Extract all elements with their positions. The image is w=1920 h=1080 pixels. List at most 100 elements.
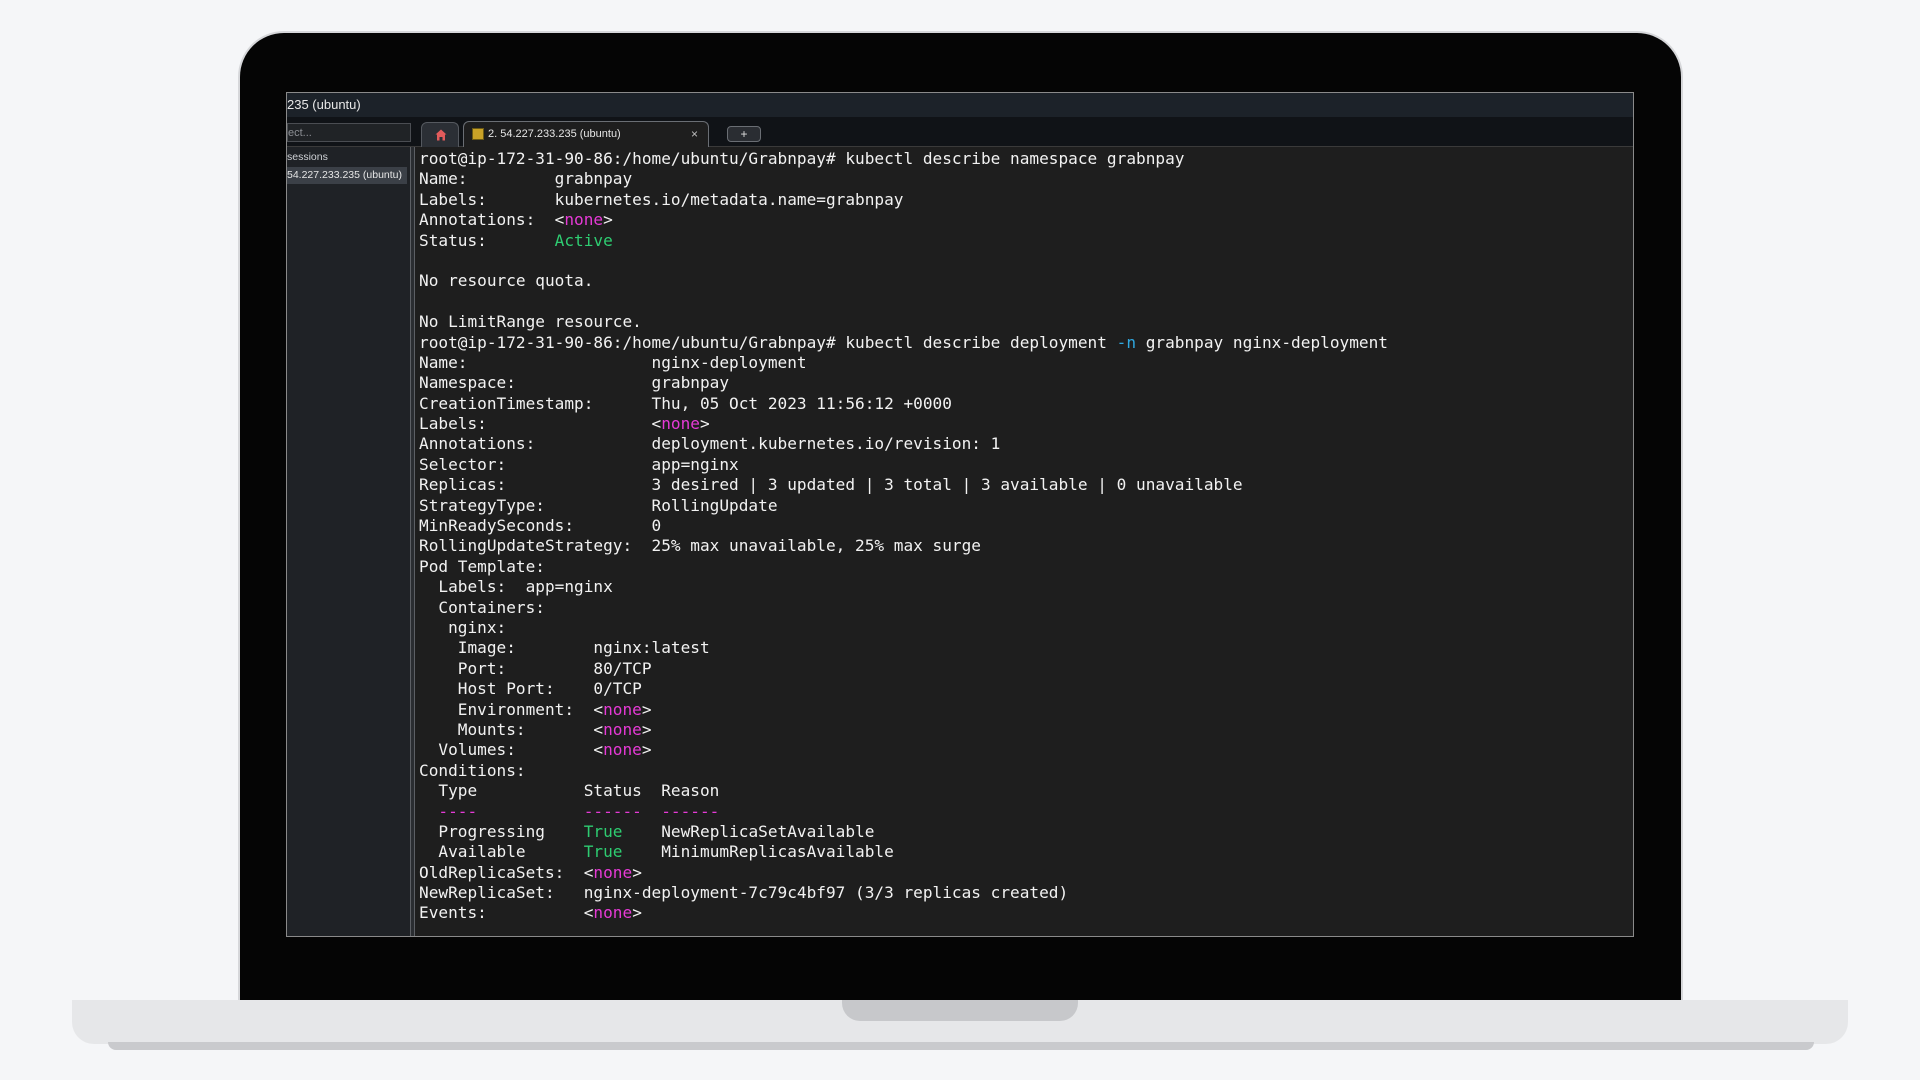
close-icon[interactable]: × [691,122,698,146]
terminal-text: True [583,842,623,862]
terminal-text: MinimumReplicasAvailable [622,842,894,862]
sidebar-heading: sessions [287,151,328,163]
terminal-line: Pod Template: [419,557,1633,577]
tab-bar: ect... 2. 54.227.233.235 (ubuntu) × + [287,117,1633,147]
terminal-text: Labels: < [419,414,662,434]
terminal-line: Labels: <none> [419,414,1633,434]
terminal-text: OldReplicaSets: < [419,862,594,882]
terminal-line: ---- ------ ------ [419,802,1633,822]
terminal-line: Type Status Reason [419,781,1633,801]
terminal-text: > [641,719,652,739]
terminal-text: Annotations: < [419,210,565,230]
sidebar-item-session[interactable]: 54.227.233.235 (ubuntu) [287,167,407,184]
terminal-line: CreationTimestamp: Thu, 05 Oct 2023 11:5… [419,394,1633,414]
terminal-text: Available [419,842,584,862]
terminal-text: none [564,210,604,230]
terminal-text: Image: nginx:latest [419,638,710,658]
terminal-text: NewReplicaSetAvailable [622,821,875,841]
terminal-app-window: 235 (ubuntu) ect... 2. 54.227.233.235 (u… [286,92,1634,937]
tab-session-2[interactable]: 2. 54.227.233.235 (ubuntu) × [463,121,709,147]
terminal-text: > [632,862,642,882]
terminal-text: Progressing [419,821,584,841]
terminal-text: NewReplicaSet: nginx-deployment-7c79c4bf… [419,883,1069,903]
terminal-text: Namespace: grabnpay [419,373,730,393]
home-icon [435,129,447,141]
terminal-line: Host Port: 0/TCP [419,679,1633,699]
terminal-line: Image: nginx:latest [419,638,1633,658]
terminal-text: No LimitRange resource. [419,312,642,332]
terminal-line: Available True MinimumReplicasAvailable [419,842,1633,862]
terminal-line: MinReadySeconds: 0 [419,516,1633,536]
terminal-text: Host Port: 0/TCP [419,679,642,699]
terminal-text: > [603,210,613,230]
sessions-sidebar: sessions 54.227.233.235 (ubuntu) [287,147,411,936]
terminal-text: > [641,699,652,719]
terminal-session-icon [472,128,484,140]
terminal-text: Name: nginx-deployment [419,352,807,372]
terminal-line: Conditions: [419,761,1633,781]
terminal-line: Name: grabnpay [419,169,1633,189]
terminal-text: Replicas: 3 desired | 3 updated | 3 tota… [419,475,1243,495]
terminal-text: Labels: kubernetes.io/metadata.name=grab… [419,189,904,209]
terminal-text: Events: < [419,903,594,923]
terminal-text: Mounts: < [419,719,604,739]
terminal-text: StrategyType: RollingUpdate [419,495,778,515]
terminal-text: none [603,699,642,719]
terminal-line: Selector: app=nginx [419,455,1633,475]
home-tab[interactable] [421,122,459,147]
terminal-line: Status: Active [419,231,1633,251]
terminal-line: root@ip-172-31-90-86:/home/ubuntu/Grabnp… [419,333,1633,353]
terminal-text: Active [554,230,613,250]
terminal-text: nginx: [419,617,507,637]
terminal-text: Status: [419,230,555,250]
terminal-text: root@ip-172-31-90-86:/home/ubuntu/Grabnp… [419,332,1117,352]
terminal-line: root@ip-172-31-90-86:/home/ubuntu/Grabnp… [419,149,1633,169]
terminal-text: Conditions: [419,760,526,780]
terminal-text: none [661,414,700,434]
terminal-text: none [603,719,642,739]
terminal-line: nginx: [419,618,1633,638]
window-title: 235 (ubuntu) [287,97,361,112]
sidebar-resize-handle[interactable] [411,147,415,936]
terminal-text: Type Status Reason [419,781,720,801]
terminal-text: none [593,862,633,882]
tab-label: 2. 54.227.233.235 (ubuntu) [488,128,621,140]
new-tab-button[interactable]: + [727,126,761,142]
laptop-notch [842,1000,1078,1021]
quick-connect-input[interactable]: ect... [287,123,411,142]
terminal-line: Port: 80/TCP [419,659,1633,679]
quick-connect-placeholder: ect... [288,127,312,139]
terminal-line: Labels: app=nginx [419,577,1633,597]
window-titlebar[interactable]: 235 (ubuntu) [287,93,1633,117]
terminal-text: > [700,414,710,434]
terminal-line: No LimitRange resource. [419,312,1633,332]
terminal-text: grabnpay nginx-deployment [1136,332,1388,352]
terminal-text: Name: grabnpay [419,169,633,189]
laptop-base-shadow [108,1042,1814,1050]
terminal-text: ---- ------ ------ [419,801,720,821]
terminal-text: No resource quota. [419,271,594,291]
terminal-text: > [641,740,652,760]
terminal-text: Labels: app=nginx [419,577,613,597]
terminal-text: RollingUpdateStrategy: 25% max unavailab… [419,536,981,556]
terminal-line: Volumes: <none> [419,740,1633,760]
terminal-text: Pod Template: [419,556,545,576]
terminal-line: Containers: [419,598,1633,618]
terminal-text: -n [1116,332,1137,352]
terminal-line: Name: nginx-deployment [419,353,1633,373]
terminal-text: CreationTimestamp: Thu, 05 Oct 2023 11:5… [419,393,952,413]
terminal-line: StrategyType: RollingUpdate [419,496,1633,516]
terminal-text: MinReadySeconds: 0 [419,516,662,536]
terminal-output[interactable]: root@ip-172-31-90-86:/home/ubuntu/Grabnp… [419,149,1633,936]
terminal-line: Annotations: deployment.kubernetes.io/re… [419,434,1633,454]
laptop-mockup: 235 (ubuntu) ect... 2. 54.227.233.235 (u… [0,0,1920,1080]
terminal-text: True [583,821,623,841]
terminal-text: Containers: [419,597,545,617]
terminal-text: none [593,903,633,923]
plus-icon: + [740,127,748,141]
terminal-text: Port: 80/TCP [419,658,652,678]
terminal-line: OldReplicaSets: <none> [419,863,1633,883]
terminal-line: Environment: <none> [419,700,1633,720]
